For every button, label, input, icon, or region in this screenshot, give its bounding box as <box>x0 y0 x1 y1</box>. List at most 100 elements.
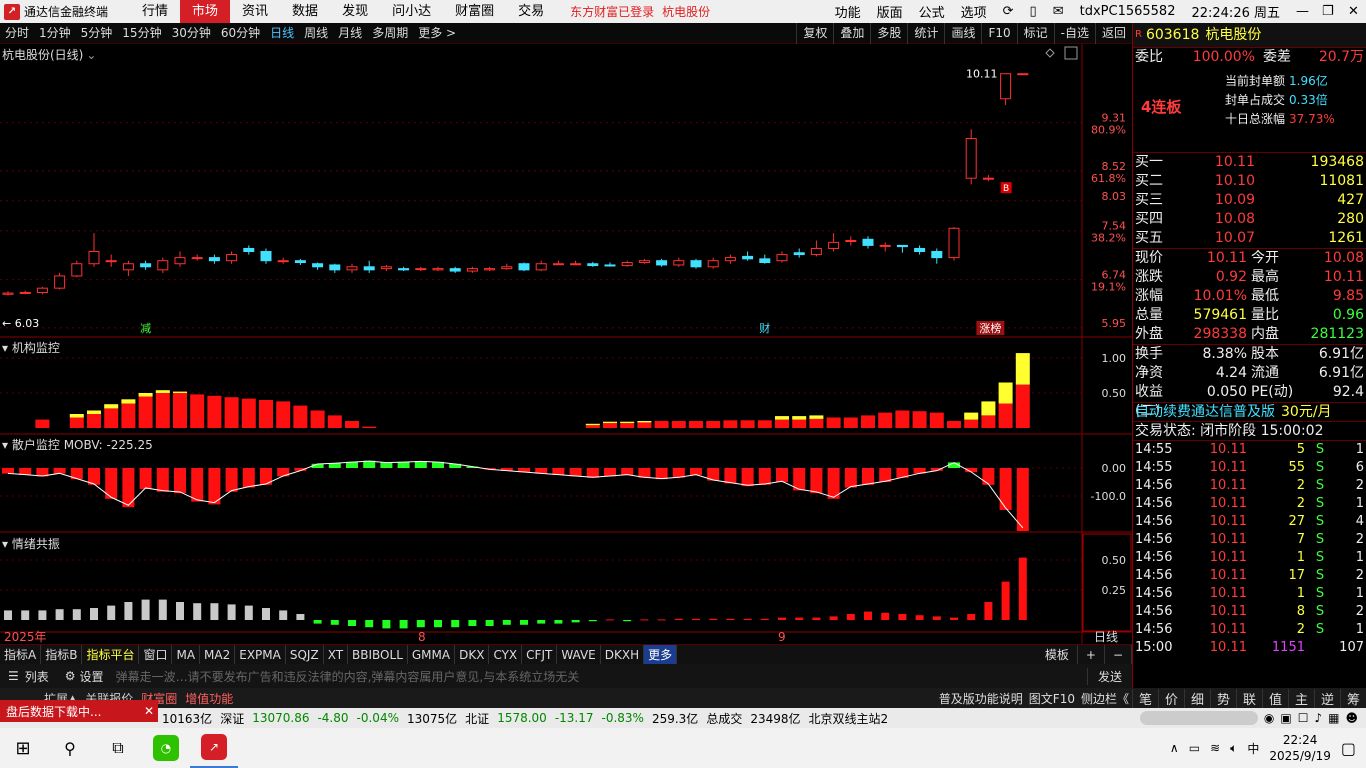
chart-diamond-icon[interactable] <box>1045 48 1055 58</box>
period-tab-0[interactable]: 分时 <box>0 23 34 44</box>
indicator-tab-16[interactable]: 更多 <box>644 644 678 665</box>
period-tab-6[interactable]: 日线 <box>265 23 299 44</box>
download-popup[interactable]: 盘后数据下载中... ✕ <box>0 700 158 722</box>
candle-body[interactable] <box>449 268 461 272</box>
candle-body[interactable] <box>570 263 582 266</box>
candle-body[interactable] <box>260 251 272 262</box>
candle-body[interactable] <box>638 260 650 264</box>
tool-button-2[interactable]: 多股 <box>870 23 907 44</box>
xaxis-period[interactable]: 日线 <box>1094 630 1118 644</box>
candle-body[interactable] <box>896 244 908 248</box>
candle-body[interactable] <box>88 251 100 265</box>
tool-button-7[interactable]: -自选 <box>1053 23 1095 44</box>
indicator-right-1[interactable]: + <box>1078 644 1105 665</box>
indicator-tab-8[interactable]: XT <box>324 644 349 665</box>
bid-row[interactable]: 买一 10.11 193468 <box>1133 153 1366 172</box>
account-id[interactable]: tdxPC1565582 <box>1072 4 1184 19</box>
candle-body[interactable] <box>552 263 564 266</box>
right-menu-3[interactable]: 选项 <box>953 2 995 21</box>
indicator-tab-10[interactable]: GMMA <box>408 644 456 665</box>
candle-body[interactable] <box>776 254 788 262</box>
send-button[interactable]: 发送 <box>1087 667 1132 685</box>
tray-clock[interactable]: 22:24 2025/9/19 <box>1269 732 1331 764</box>
candle-body[interactable] <box>724 257 736 262</box>
chart-area[interactable]: 9.31 8.52 8.03 7.54 6.74 5.95 80.9% 61.8% 38.2% 1… <box>0 44 1132 644</box>
candle-body[interactable] <box>380 266 392 270</box>
candle-body[interactable] <box>415 268 427 271</box>
candle-body[interactable] <box>879 244 891 247</box>
stock-notice[interactable]: 杭电股份 <box>662 3 710 20</box>
indicator-tab-9[interactable]: BBIBOLL <box>348 644 408 665</box>
period-tab-10[interactable]: 更多 > <box>413 23 461 44</box>
candle-body[interactable] <box>432 268 444 271</box>
coin-icon[interactable]: ◉ <box>1264 711 1274 725</box>
chart-title-dropdown-icon[interactable]: ⌄ <box>86 48 96 62</box>
menu-item-4[interactable]: 发现 <box>330 0 380 23</box>
volume-icon[interactable]: 🔈︎ <box>1230 741 1237 756</box>
indicator-tab-15[interactable]: DKXH <box>601 644 645 665</box>
refresh-icon[interactable]: ⟳ <box>995 4 1022 19</box>
candle-body[interactable] <box>122 263 134 271</box>
candle-body[interactable] <box>2 292 14 295</box>
bid-row[interactable]: 买五 10.07 1261 <box>1133 229 1366 248</box>
candle-body[interactable] <box>226 254 238 262</box>
chart-settings-icon[interactable] <box>1064 46 1078 60</box>
indicator-tab-1[interactable]: 指标B <box>41 644 83 665</box>
candle-body[interactable] <box>965 137 977 179</box>
candle-body[interactable] <box>208 257 220 262</box>
notification-icon[interactable]: ▢ <box>1341 739 1356 758</box>
candle-body[interactable] <box>346 266 358 271</box>
side-tab-3[interactable]: 势 <box>1210 688 1236 708</box>
period-tab-1[interactable]: 1分钟 <box>34 23 76 44</box>
period-tab-4[interactable]: 30分钟 <box>167 23 216 44</box>
gift-icon[interactable]: ▣ <box>1280 711 1291 725</box>
footer-tab-3[interactable]: 增值功能 <box>181 690 237 707</box>
candle-body[interactable] <box>982 177 994 180</box>
side-tab-4[interactable]: 联 <box>1236 688 1262 708</box>
candle-body[interactable] <box>294 260 306 264</box>
candle-body[interactable] <box>484 268 496 271</box>
indicator-right-2[interactable]: − <box>1105 644 1132 665</box>
period-tab-3[interactable]: 15分钟 <box>117 23 166 44</box>
chat-icon[interactable]: ☐ <box>1298 711 1309 725</box>
candle-body[interactable] <box>845 240 857 243</box>
barrage-input[interactable]: 弹幕走一波…请不要发布广告和违反法律的内容,弹幕内容属用户意见,与本系统立场无关 <box>116 668 1087 685</box>
candle-body[interactable] <box>174 257 186 265</box>
right-menu-1[interactable]: 版面 <box>869 2 911 21</box>
tool-button-3[interactable]: 统计 <box>907 23 944 44</box>
indicator-tab-3[interactable]: 窗口 <box>139 644 173 665</box>
menu-item-5[interactable]: 问小达 <box>380 0 443 23</box>
minimize-button[interactable]: — <box>1288 4 1314 19</box>
period-tab-2[interactable]: 5分钟 <box>76 23 118 44</box>
tick-list[interactable]: 14:55 10.11 5 S 1 14:55 10.11 55 S 6 14:56 10.11 2 S 2… <box>1133 440 1366 657</box>
list-icon[interactable]: ☰ <box>8 669 19 683</box>
indicator-tab-14[interactable]: WAVE <box>557 644 601 665</box>
candle-body[interactable] <box>862 238 874 246</box>
candle-body[interactable] <box>466 268 478 272</box>
footer-right-0[interactable]: 普及版功能说明 <box>936 690 1026 707</box>
menu-item-6[interactable]: 财富圈 <box>443 0 506 23</box>
menu-item-3[interactable]: 数据 <box>280 0 330 23</box>
candle-body[interactable] <box>690 260 702 268</box>
indicator-tab-2[interactable]: 指标平台 <box>82 644 140 665</box>
wifi-icon[interactable]: ≋ <box>1210 741 1220 755</box>
indicator-tab-5[interactable]: MA2 <box>200 644 236 665</box>
search-icon[interactable]: ⚲ <box>46 739 94 758</box>
indicator-tab-12[interactable]: CYX <box>489 644 523 665</box>
candle-body[interactable] <box>673 260 685 266</box>
close-button[interactable]: ✕ <box>1340 4 1366 19</box>
candle-body[interactable] <box>621 262 633 267</box>
menu-item-1[interactable]: 市场 <box>180 0 231 23</box>
candle-body[interactable] <box>656 260 668 266</box>
bid-row[interactable]: 买四 10.08 280 <box>1133 210 1366 229</box>
kline-chart[interactable]: 9.318.528.037.546.745.9580.9%61.8%38.2%1… <box>0 44 1132 644</box>
candle-body[interactable] <box>105 260 117 263</box>
side-tab-2[interactable]: 细 <box>1184 688 1210 708</box>
indicator-tab-13[interactable]: CFJT <box>522 644 558 665</box>
user-icon[interactable]: ☻ <box>1345 711 1358 725</box>
battery-icon[interactable]: ▭ <box>1189 741 1200 755</box>
footer-right-1[interactable]: 图文F10 <box>1026 690 1078 707</box>
bid-row[interactable]: 买三 10.09 427 <box>1133 191 1366 210</box>
right-menu-2[interactable]: 公式 <box>911 2 953 21</box>
tool-button-1[interactable]: 叠加 <box>833 23 870 44</box>
